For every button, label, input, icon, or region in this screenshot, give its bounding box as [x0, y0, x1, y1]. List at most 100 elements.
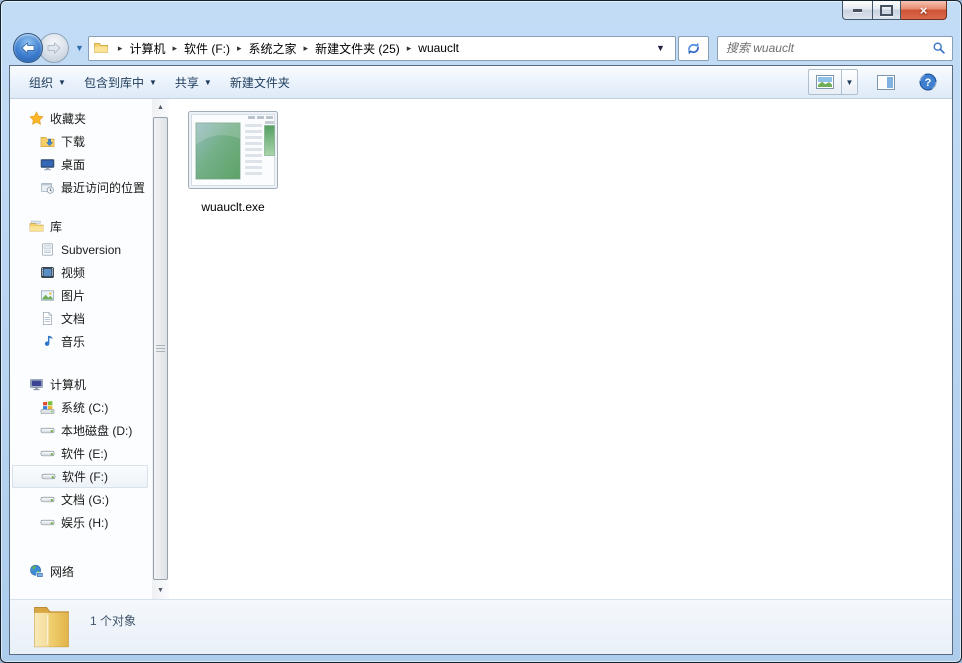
- breadcrumb-item-folder2[interactable]: 新建文件夹 (25): [315, 40, 400, 57]
- views-dropdown-button[interactable]: ▼: [841, 70, 857, 94]
- sidebar-item-label: 计算机: [50, 376, 86, 393]
- refresh-button[interactable]: [678, 36, 709, 61]
- help-icon: ?: [919, 73, 937, 91]
- sidebar-item-drive-d[interactable]: 本地磁盘 (D:): [10, 419, 152, 442]
- client-area: 组织 ▼ 包含到库中 ▼ 共享 ▼ 新建文件夹: [9, 65, 953, 655]
- chevron-down-icon: ▼: [58, 78, 66, 87]
- sidebar-item-videos[interactable]: 视频: [10, 261, 152, 284]
- breadcrumb-item-folder1[interactable]: 系统之家: [249, 40, 297, 57]
- scrollbar-grip-icon: [156, 345, 165, 352]
- item-count-label: 1 个对象: [90, 612, 136, 629]
- sidebar-item-label: 软件 (F:): [62, 468, 108, 485]
- file-item[interactable]: wuauclt.exe: [179, 111, 287, 214]
- sidebar-item-documents[interactable]: 文档: [10, 307, 152, 330]
- sidebar-item-label: 娱乐 (H:): [61, 514, 108, 531]
- sidebar-item-computer[interactable]: 计算机: [10, 373, 152, 396]
- forward-button[interactable]: [39, 33, 69, 63]
- file-list-pane[interactable]: wuauclt.exe: [169, 99, 952, 599]
- videos-icon: [39, 265, 55, 281]
- sidebar-item-downloads[interactable]: 下载: [10, 130, 152, 153]
- svg-text:?: ?: [925, 77, 932, 89]
- breadcrumb-separator-icon[interactable]: ▸: [304, 43, 309, 54]
- scrollbar-thumb[interactable]: [153, 117, 168, 580]
- navigation-pane: 收藏夹 下载 桌面: [10, 99, 152, 599]
- scroll-down-icon[interactable]: ▼: [152, 582, 169, 599]
- sidebar-item-label: 网络: [50, 563, 74, 580]
- breadcrumb-separator-icon[interactable]: ▸: [172, 43, 177, 54]
- drive-icon: [39, 446, 55, 462]
- share-button[interactable]: 共享 ▼: [166, 69, 221, 96]
- close-button[interactable]: ×: [901, 1, 947, 20]
- location-folder-icon: [93, 40, 109, 56]
- sidebar-item-recent-places[interactable]: 最近访问的位置: [10, 176, 152, 199]
- sidebar-item-drive-g[interactable]: 文档 (G:): [10, 488, 152, 511]
- sidebar-item-label: 库: [50, 218, 62, 235]
- sidebar-item-network[interactable]: 网络: [10, 560, 152, 583]
- computer-section: 计算机 系统 (C:) 本地磁盘 (D:): [10, 373, 152, 534]
- window-controls: ×: [842, 1, 947, 20]
- breadcrumb-separator-icon[interactable]: ▸: [118, 43, 123, 54]
- command-toolbar: 组织 ▼ 包含到库中 ▼ 共享 ▼ 新建文件夹: [10, 66, 952, 99]
- downloads-folder-icon: [39, 134, 55, 150]
- sidebar-item-label: 图片: [61, 287, 85, 304]
- include-in-library-button[interactable]: 包含到库中 ▼: [75, 69, 166, 96]
- libraries-section: 库 Subversion 视频: [10, 215, 152, 353]
- title-bar[interactable]: ×: [1, 1, 961, 31]
- sidebar-item-label: 音乐: [61, 333, 85, 350]
- recent-pages-button[interactable]: ▼: [75, 43, 84, 53]
- close-icon: ×: [920, 4, 928, 17]
- views-icon: [816, 75, 834, 89]
- explorer-window: × ▼ ▸ 计算机 ▸ 软件 (F:) ▸ 系统之家 ▸ 新建文件夹 (25) …: [0, 0, 962, 663]
- pictures-icon: [39, 288, 55, 304]
- drive-icon: [39, 515, 55, 531]
- breadcrumb-separator-icon[interactable]: ▸: [407, 43, 412, 54]
- sidebar-item-label: 桌面: [61, 156, 85, 173]
- drive-icon: [39, 423, 55, 439]
- maximize-button[interactable]: [872, 1, 901, 20]
- views-split-button: ▼: [808, 69, 858, 95]
- chevron-down-icon: ▼: [204, 78, 212, 87]
- sidebar-item-label: 软件 (E:): [61, 445, 108, 462]
- status-bar: 1 个对象: [10, 599, 952, 654]
- address-dropdown-button[interactable]: ▼: [650, 43, 671, 53]
- minimize-button[interactable]: [842, 1, 872, 20]
- help-button[interactable]: ?: [914, 70, 942, 94]
- sidebar-scrollbar[interactable]: ▲ ▼: [152, 99, 169, 599]
- sidebar-item-drive-c[interactable]: 系统 (C:): [10, 396, 152, 419]
- breadcrumb-item-current[interactable]: wuauclt: [418, 41, 459, 55]
- scroll-up-icon[interactable]: ▲: [152, 99, 169, 116]
- documents-icon: [39, 311, 55, 327]
- sidebar-item-label: 收藏夹: [50, 110, 86, 127]
- sidebar-item-desktop[interactable]: 桌面: [10, 153, 152, 176]
- views-button[interactable]: [809, 70, 841, 94]
- sidebar-item-music[interactable]: 音乐: [10, 330, 152, 353]
- breadcrumb-separator-icon[interactable]: ▸: [237, 43, 242, 54]
- breadcrumb-item-drive-f[interactable]: 软件 (F:): [184, 40, 230, 57]
- network-icon: [28, 564, 44, 580]
- sidebar-item-drive-e[interactable]: 软件 (E:): [10, 442, 152, 465]
- explorer-body: 收藏夹 下载 桌面: [10, 99, 952, 599]
- back-button[interactable]: [13, 33, 43, 63]
- sidebar-item-drive-f[interactable]: 软件 (F:): [12, 465, 148, 488]
- search-input[interactable]: [724, 40, 932, 56]
- maximize-icon: [880, 5, 893, 16]
- sidebar-item-libraries[interactable]: 库: [10, 215, 152, 238]
- search-icon[interactable]: [932, 41, 946, 55]
- library-icon: [39, 242, 55, 258]
- sidebar-item-favorites[interactable]: 收藏夹: [10, 107, 152, 130]
- sidebar-item-label: 视频: [61, 264, 85, 281]
- sidebar-item-label: 下载: [61, 133, 85, 150]
- application-icon: [188, 111, 278, 194]
- sidebar-item-drive-h[interactable]: 娱乐 (H:): [10, 511, 152, 534]
- new-folder-button[interactable]: 新建文件夹: [221, 69, 299, 96]
- preview-pane-button[interactable]: [872, 70, 900, 94]
- sidebar-item-subversion[interactable]: Subversion: [10, 238, 152, 261]
- breadcrumb-item-computer[interactable]: 计算机: [129, 40, 165, 57]
- sidebar-item-label: 最近访问的位置: [61, 179, 145, 196]
- file-name-label: wuauclt.exe: [201, 200, 264, 214]
- organize-button[interactable]: 组织 ▼: [20, 69, 75, 96]
- address-bar[interactable]: ▸ 计算机 ▸ 软件 (F:) ▸ 系统之家 ▸ 新建文件夹 (25) ▸ wu…: [88, 36, 676, 61]
- sidebar-item-pictures[interactable]: 图片: [10, 284, 152, 307]
- star-icon: [28, 111, 44, 127]
- include-in-library-label: 包含到库中: [84, 74, 144, 91]
